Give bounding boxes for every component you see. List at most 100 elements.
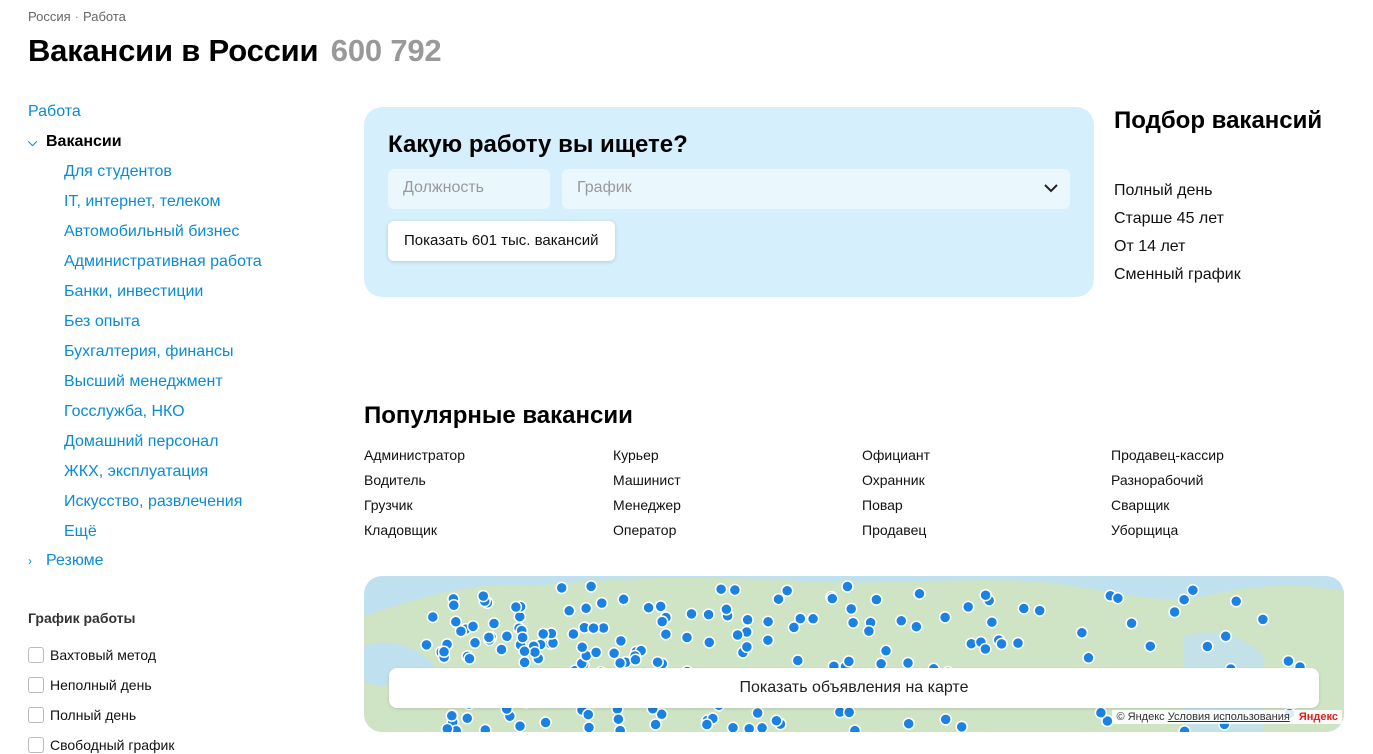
map-marker xyxy=(842,655,856,668)
sidebar-section-resume[interactable]: › Резюме xyxy=(28,550,328,572)
map-marker xyxy=(1178,724,1191,732)
checkbox[interactable] xyxy=(28,737,44,753)
breadcrumb-work[interactable]: Работа xyxy=(83,9,126,24)
schedule-option[interactable]: Полный день xyxy=(28,700,175,730)
map-marker xyxy=(614,634,628,648)
checkbox[interactable] xyxy=(28,677,44,693)
sidebar-category-item[interactable]: Автомобильный бизнес xyxy=(28,221,328,251)
sidebar-category-item[interactable]: Госслужба, НКО xyxy=(28,401,328,431)
popular-vacancy-link[interactable]: Повар xyxy=(862,496,1111,514)
map-marker xyxy=(582,721,596,732)
popular-vacancy-link[interactable]: Оператор xyxy=(613,521,862,539)
sidebar-root-work[interactable]: Работа xyxy=(28,101,328,123)
map-marker xyxy=(728,583,742,597)
map-marker xyxy=(420,638,433,652)
schedule-filter-title: График работы xyxy=(28,610,136,626)
popular-vacancy-link[interactable]: Продавец xyxy=(862,521,1111,539)
map-marker xyxy=(562,604,576,618)
sidebar-category-item[interactable]: ЖКХ, эксплуатация xyxy=(28,461,328,491)
sidebar-category-item[interactable]: Ещё xyxy=(28,521,328,551)
map-marker xyxy=(862,624,876,638)
schedule-select[interactable]: График xyxy=(562,169,1070,209)
breadcrumb-russia[interactable]: Россия xyxy=(28,9,71,24)
map-marker xyxy=(651,655,664,669)
map-marker xyxy=(938,611,952,624)
map-marker xyxy=(939,713,952,726)
schedule-filter: График работы Вахтовый метод Неполный ден… xyxy=(28,610,175,754)
checkbox[interactable] xyxy=(28,647,44,663)
schedule-option[interactable]: Вахтовый метод xyxy=(28,640,175,670)
map-marker xyxy=(482,631,496,644)
map-marker xyxy=(461,712,474,725)
popular-vacancy-link[interactable]: Продавец-кассир xyxy=(1111,446,1324,464)
map-marker xyxy=(584,580,598,593)
map-marker xyxy=(587,621,600,635)
show-vacancies-button[interactable]: Показать 601 тыс. вакансий xyxy=(388,221,615,261)
map-attribution: © Яндекс Условия использования Яндекс xyxy=(1112,710,1342,724)
vacancy-picker-item[interactable]: Сменный график xyxy=(1114,264,1322,292)
map-marker xyxy=(1111,591,1125,605)
map-marker xyxy=(995,637,1008,651)
popular-vacancy-link[interactable]: Менеджер xyxy=(613,496,862,514)
popular-vacancy-link[interactable]: Официант xyxy=(862,446,1111,464)
sidebar-category-item[interactable]: Бухгалтерия, финансы xyxy=(28,341,328,371)
map-marker xyxy=(703,636,716,649)
popular-vacancies-title: Популярные вакансии xyxy=(364,402,633,429)
position-placeholder: Должность xyxy=(403,179,484,196)
popular-vacancy-link[interactable]: Охранник xyxy=(862,471,1111,489)
map-copyright: © Яндекс xyxy=(1116,711,1165,723)
popular-vacancy-link[interactable]: Сварщик xyxy=(1111,496,1324,514)
popular-vacancy-link[interactable]: Уборщица xyxy=(1111,521,1324,539)
map-marker xyxy=(479,723,492,732)
vacancy-picker-item[interactable]: Старше 45 лет xyxy=(1114,208,1322,236)
schedule-option-label: Полный день xyxy=(50,707,137,723)
popular-vacancy-link[interactable]: Разнорабочий xyxy=(1111,471,1324,489)
popular-vacancy-link[interactable]: Водитель xyxy=(364,471,613,489)
sidebar-section-vacancies[interactable]: ⌵ Вакансии xyxy=(28,131,328,153)
sidebar-resume-label: Резюме xyxy=(46,552,104,569)
popular-vacancy-link[interactable]: Грузчик xyxy=(364,496,613,514)
map-marker xyxy=(612,712,625,726)
map-marker xyxy=(700,718,714,731)
map-marker xyxy=(555,581,568,595)
schedule-option[interactable]: Свободный график xyxy=(28,730,175,754)
vacancy-map[interactable]: Показать объявления на карте © Яндекс Ус… xyxy=(364,576,1344,732)
sidebar-category-item[interactable]: Домашний персонал xyxy=(28,431,328,461)
schedule-option[interactable]: Неполный день xyxy=(28,670,175,700)
vacancy-count: 600 792 xyxy=(330,33,442,68)
checkbox[interactable] xyxy=(28,707,44,723)
sidebar-category-item[interactable]: Банки, инвестиции xyxy=(28,281,328,311)
map-marker xyxy=(680,631,694,644)
map-marker xyxy=(751,706,764,720)
map-canvas xyxy=(364,577,1344,732)
sidebar-category-item[interactable]: Административная работа xyxy=(28,251,328,281)
sidebar-category-item[interactable]: Без опыта xyxy=(28,311,328,341)
schedule-option-label: Свободный график xyxy=(50,737,175,753)
map-marker xyxy=(895,614,908,628)
map-marker xyxy=(979,588,992,602)
map-marker xyxy=(913,587,926,600)
vacancy-picker-item[interactable]: Полный день xyxy=(1114,180,1322,208)
map-marker xyxy=(655,615,669,628)
popular-vacancy-link[interactable]: Машинист xyxy=(613,471,862,489)
map-marker xyxy=(844,602,858,616)
sidebar-category-item[interactable]: Высший менеджмент xyxy=(28,371,328,401)
map-marker xyxy=(509,600,523,614)
popular-vacancy-link[interactable]: Кладовщик xyxy=(364,521,613,539)
sidebar-category-item[interactable]: Для студентов xyxy=(28,161,328,191)
popular-vacancy-link[interactable]: Курьер xyxy=(613,446,862,464)
map-marker xyxy=(1201,640,1214,653)
position-input[interactable]: Должность xyxy=(388,169,550,209)
map-marker xyxy=(1229,595,1243,608)
sidebar-category-item[interactable]: Искусство, развлечения xyxy=(28,491,328,521)
show-on-map-button[interactable]: Показать объявления на карте xyxy=(389,668,1319,708)
map-marker xyxy=(841,580,854,593)
map-terms-link[interactable]: Условия использования xyxy=(1168,711,1290,723)
vacancy-picker-item[interactable]: От 14 лет xyxy=(1114,236,1322,264)
map-marker xyxy=(516,631,529,644)
map-marker xyxy=(567,627,580,641)
map-marker xyxy=(613,724,627,732)
sidebar-category-item[interactable]: IT, интернет, телеком xyxy=(28,191,328,221)
map-marker xyxy=(910,620,923,633)
popular-vacancy-link[interactable]: Администратор xyxy=(364,446,613,464)
